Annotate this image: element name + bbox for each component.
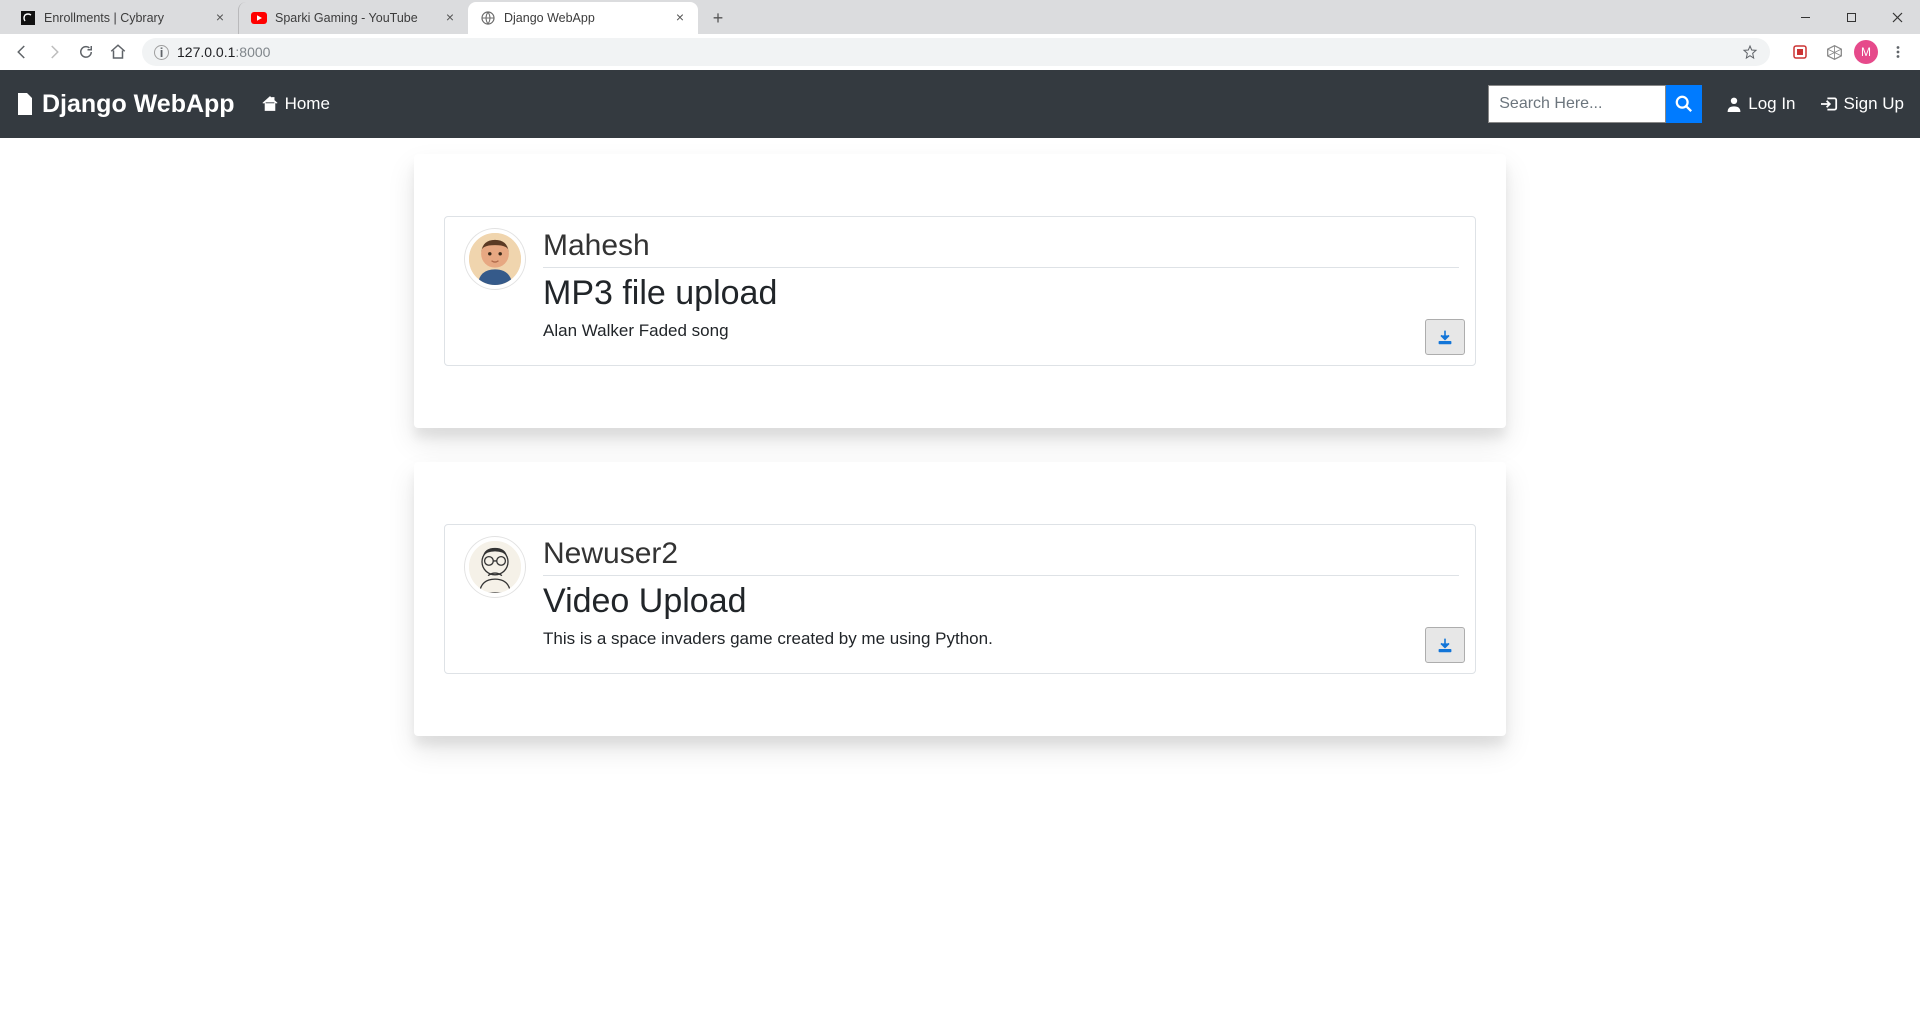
browser-tab[interactable]: Enrollments | Cybrary ×: [8, 2, 238, 34]
avatar[interactable]: [465, 229, 525, 289]
extension-icon[interactable]: [1786, 38, 1814, 66]
favicon-globe-icon: [480, 10, 496, 26]
minimize-button[interactable]: [1782, 0, 1828, 34]
maximize-button[interactable]: [1828, 0, 1874, 34]
user-icon: [1726, 96, 1742, 112]
brand[interactable]: Django WebApp: [16, 90, 235, 119]
bookmark-star-icon[interactable]: [1742, 44, 1758, 60]
download-button[interactable]: [1425, 319, 1465, 355]
post: Newuser2 Video Upload This is a space in…: [444, 524, 1476, 674]
page-viewport: Django WebApp Home Log In: [0, 70, 1920, 1030]
tab-close-icon[interactable]: ×: [442, 10, 458, 26]
search-input[interactable]: [1488, 85, 1666, 123]
post: Mahesh MP3 file upload Alan Walker Faded…: [444, 216, 1476, 366]
tab-close-icon[interactable]: ×: [212, 10, 228, 26]
post-card: Mahesh MP3 file upload Alan Walker Faded…: [414, 154, 1506, 428]
tab-close-icon[interactable]: ×: [672, 10, 688, 26]
tab-title: Django WebApp: [504, 11, 666, 25]
post-card: Newuser2 Video Upload This is a space in…: [414, 462, 1506, 736]
post-title[interactable]: MP3 file upload: [543, 274, 1459, 313]
app-navbar: Django WebApp Home Log In: [0, 70, 1920, 138]
download-icon: [1437, 329, 1453, 345]
nav-signup[interactable]: Sign Up: [1820, 94, 1904, 114]
home-icon: [261, 96, 279, 112]
download-button[interactable]: [1425, 627, 1465, 663]
browser-tab-strip: Enrollments | Cybrary × Sparki Gaming - …: [0, 0, 1920, 34]
browser-tab-active[interactable]: Django WebApp ×: [468, 2, 698, 34]
search-form: [1488, 85, 1702, 123]
tab-title: Sparki Gaming - YouTube: [275, 11, 436, 25]
url-text: 127.0.0.1:8000: [177, 44, 270, 60]
file-icon: [16, 93, 34, 115]
window-controls: [1782, 0, 1920, 34]
close-window-button[interactable]: [1874, 0, 1920, 34]
search-button[interactable]: [1666, 85, 1702, 123]
post-title[interactable]: Video Upload: [543, 582, 1459, 621]
home-button[interactable]: [104, 38, 132, 66]
search-icon: [1675, 95, 1693, 113]
browser-toolbar: i 127.0.0.1:8000 M: [0, 34, 1920, 70]
favicon-cybrary-icon: [20, 10, 36, 26]
avatar[interactable]: [465, 537, 525, 597]
post-description: This is a space invaders game created by…: [543, 629, 1459, 649]
browser-tab[interactable]: Sparki Gaming - YouTube ×: [238, 2, 468, 34]
post-username[interactable]: Mahesh: [543, 229, 1459, 263]
divider: [543, 267, 1459, 268]
content-container: Mahesh MP3 file upload Alan Walker Faded…: [414, 138, 1506, 970]
nav-home[interactable]: Home: [261, 94, 330, 114]
post-username[interactable]: Newuser2: [543, 537, 1459, 571]
extension-icon[interactable]: [1820, 38, 1848, 66]
new-tab-button[interactable]: +: [704, 4, 732, 32]
divider: [543, 575, 1459, 576]
reload-button[interactable]: [72, 38, 100, 66]
download-icon: [1437, 637, 1453, 653]
post-description: Alan Walker Faded song: [543, 321, 1459, 341]
profile-avatar[interactable]: M: [1854, 40, 1878, 64]
brand-text: Django WebApp: [42, 90, 235, 119]
nav-login[interactable]: Log In: [1726, 94, 1795, 114]
signin-icon: [1820, 96, 1838, 112]
kebab-menu-icon[interactable]: [1884, 38, 1912, 66]
address-bar[interactable]: i 127.0.0.1:8000: [142, 38, 1770, 66]
favicon-youtube-icon: [251, 10, 267, 26]
site-info-icon[interactable]: i: [154, 45, 169, 60]
tab-title: Enrollments | Cybrary: [44, 11, 206, 25]
forward-button[interactable]: [40, 38, 68, 66]
back-button[interactable]: [8, 38, 36, 66]
